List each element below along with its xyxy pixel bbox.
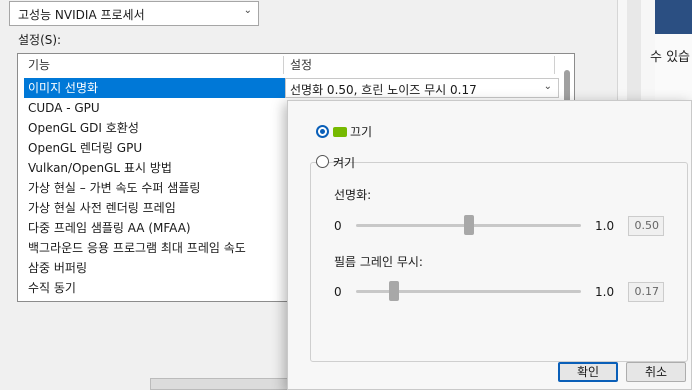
- grain-slider-thumb[interactable]: [389, 281, 400, 301]
- sharpen-max: 1.0: [595, 219, 615, 233]
- table-row[interactable]: 다중 프레임 샘플링 AA (MFAA): [24, 218, 191, 238]
- processor-select[interactable]: 고성능 NVIDIA 프로세서 ⌄: [9, 1, 259, 26]
- column-header-feature[interactable]: 기능: [28, 56, 50, 74]
- column-separator: [283, 56, 284, 74]
- table-row[interactable]: 백그라운드 응용 프로그램 최대 프레임 속도: [24, 238, 246, 258]
- column-separator: [554, 56, 555, 74]
- row-setting-value: 선명화 0.50, 흐린 노이즈 무시 0.17: [290, 83, 477, 97]
- radio-off-label[interactable]: 끄기: [350, 123, 372, 140]
- background-text: 수 있습: [650, 50, 691, 65]
- radio-on[interactable]: [316, 155, 329, 168]
- sharpen-min: 0: [334, 219, 342, 233]
- table-row[interactable]: 수직 동기: [24, 278, 76, 298]
- table-row[interactable]: CUDA - GPU: [24, 98, 100, 118]
- table-row-image-sharpening[interactable]: 이미지 선명화: [24, 78, 287, 98]
- sharpen-slider-thumb[interactable]: [463, 215, 474, 235]
- table-row[interactable]: OpenGL 렌더링 GPU: [24, 138, 142, 158]
- background-bottom-bar: [150, 378, 290, 390]
- processor-select-value: 고성능 NVIDIA 프로세서: [18, 8, 145, 22]
- radio-on-label[interactable]: 켜기: [333, 154, 355, 171]
- chevron-down-icon: ⌄: [243, 5, 252, 16]
- ok-button[interactable]: 확인: [558, 362, 618, 382]
- grain-label: 필름 그레인 무시:: [334, 255, 423, 269]
- cancel-button[interactable]: 취소: [626, 362, 686, 382]
- table-row[interactable]: Vulkan/OpenGL 표시 방법: [24, 158, 172, 178]
- background-window-body: [655, 34, 692, 100]
- grain-max: 1.0: [595, 285, 615, 299]
- radio-off[interactable]: [316, 125, 329, 138]
- sharpen-value: 0.50: [628, 216, 664, 236]
- column-header-setting[interactable]: 설정: [290, 56, 312, 74]
- grain-value: 0.17: [628, 282, 664, 302]
- radio-selected-dot: [320, 129, 325, 134]
- sharpening-popup: 끄기 켜기 선명화: 0 1.0 0.50 필름 그레인 무시: 0 1.0 0…: [287, 100, 692, 390]
- row-setting-select[interactable]: 선명화 0.50, 흐린 노이즈 무시 0.17 ⌄: [285, 78, 559, 98]
- table-row[interactable]: OpenGL GDI 호환성: [24, 118, 139, 138]
- settings-label: 설정(S):: [18, 33, 62, 47]
- grain-min: 0: [334, 285, 342, 299]
- table-row[interactable]: 삼중 버퍼링: [24, 258, 87, 278]
- table-row[interactable]: 가상 현실 사전 렌더링 프레임: [24, 198, 176, 218]
- table-row[interactable]: 가상 현실 – 가변 속도 수퍼 샘플링: [24, 178, 200, 198]
- sharpen-label: 선명화:: [334, 188, 372, 202]
- chevron-down-icon: ⌄: [543, 81, 552, 92]
- nvidia-logo-icon: [333, 127, 347, 137]
